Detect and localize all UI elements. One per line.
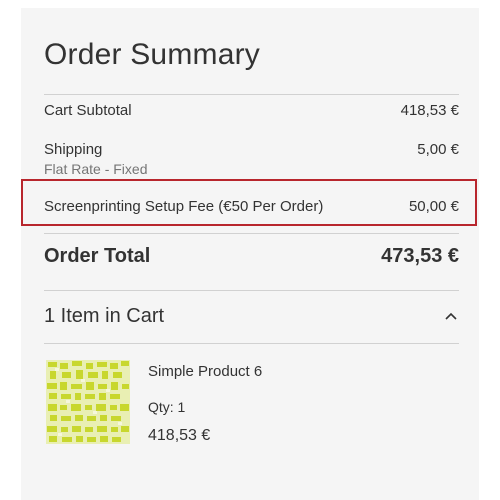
order-summary-panel: Order Summary Cart Subtotal 418,53 € Shi… bbox=[21, 8, 479, 500]
product-thumbnail[interactable] bbox=[46, 360, 130, 444]
divider bbox=[44, 290, 459, 291]
order-total-label: Order Total bbox=[44, 245, 151, 267]
divider bbox=[44, 343, 459, 344]
page-title: Order Summary bbox=[44, 38, 260, 71]
shipping-method: Flat Rate - Fixed bbox=[44, 161, 148, 177]
divider bbox=[44, 94, 459, 95]
order-total-value: 473,53 € bbox=[381, 245, 459, 267]
items-in-cart-label: 1 Item in Cart bbox=[44, 305, 165, 327]
divider bbox=[44, 233, 459, 234]
shipping-label: Shipping bbox=[44, 141, 103, 158]
subtotal-label: Cart Subtotal bbox=[44, 102, 132, 119]
product-qty: Qty: 1 bbox=[148, 399, 186, 415]
fee-value: 50,00 € bbox=[408, 198, 459, 215]
product-price: 418,53 € bbox=[148, 427, 211, 444]
shipping-value: 5,00 € bbox=[417, 141, 459, 158]
chevron-up-icon[interactable] bbox=[443, 308, 459, 324]
product-name[interactable]: Simple Product 6 bbox=[148, 363, 262, 380]
fee-label: Screenprinting Setup Fee (€50 Per Order) bbox=[44, 198, 324, 215]
subtotal-value: 418,53 € bbox=[400, 102, 459, 119]
